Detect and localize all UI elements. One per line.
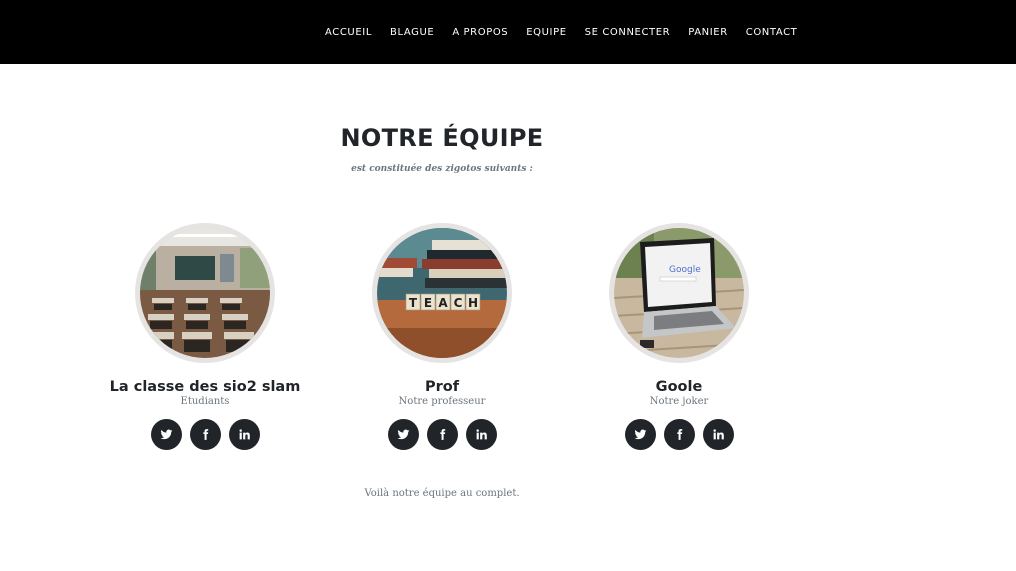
svg-text:Google: Google — [669, 265, 701, 275]
social-links — [322, 419, 562, 450]
nav-link-a-propos[interactable]: A PROPOS — [452, 27, 508, 38]
facebook-icon[interactable] — [663, 419, 695, 450]
nav-link-contact[interactable]: CONTACT — [746, 27, 798, 38]
team-member-3: Google Goole Notre joker — [559, 223, 799, 450]
navbar: ACCUEIL BLAGUE A PROPOS EQUIPE SE CONNEC… — [0, 0, 1016, 64]
member-role: Etudiants — [180, 396, 230, 407]
social-links — [559, 419, 799, 450]
team-member-1: La classe des sio2 slam Etudiants — [85, 223, 325, 450]
member-role: Notre joker — [649, 396, 709, 407]
nav-link-se-connecter[interactable]: SE CONNECTER — [585, 27, 671, 38]
nav-menu: ACCUEIL BLAGUE A PROPOS EQUIPE SE CONNEC… — [316, 0, 806, 64]
nav-link-blague[interactable]: BLAGUE — [390, 27, 434, 38]
svg-text:C: C — [454, 296, 463, 310]
twitter-icon[interactable] — [624, 419, 656, 450]
team-member-2: TEACH Prof Notre professeur — [322, 223, 562, 450]
member-name: Goole — [655, 379, 703, 395]
linkedin-icon[interactable] — [228, 419, 260, 450]
svg-text:H: H — [468, 296, 478, 310]
member-name: La classe des sio2 slam — [109, 379, 301, 395]
classroom-photo — [135, 223, 275, 363]
twitter-icon[interactable] — [150, 419, 182, 450]
member-name: Prof — [424, 379, 460, 395]
teach-blocks-photo: TEACH — [372, 223, 512, 363]
facebook-icon[interactable] — [189, 419, 221, 450]
svg-text:A: A — [438, 296, 448, 310]
laptop-google-photo: Google — [609, 223, 749, 363]
member-role: Notre professeur — [398, 396, 486, 407]
facebook-icon[interactable] — [426, 419, 458, 450]
svg-text:T: T — [409, 296, 418, 310]
team-footer-text: Voilà notre équipe au complet. — [364, 488, 520, 499]
twitter-icon[interactable] — [387, 419, 419, 450]
nav-link-equipe[interactable]: EQUIPE — [526, 27, 566, 38]
linkedin-icon[interactable] — [702, 419, 734, 450]
nav-link-panier[interactable]: PANIER — [688, 27, 728, 38]
svg-text:E: E — [424, 296, 432, 310]
linkedin-icon[interactable] — [465, 419, 497, 450]
nav-link-accueil[interactable]: ACCUEIL — [325, 27, 372, 38]
section-subheading: est constituée des zigotos suivants : — [351, 164, 533, 174]
section-heading: NOTRE ÉQUIPE — [340, 124, 544, 152]
social-links — [85, 419, 325, 450]
